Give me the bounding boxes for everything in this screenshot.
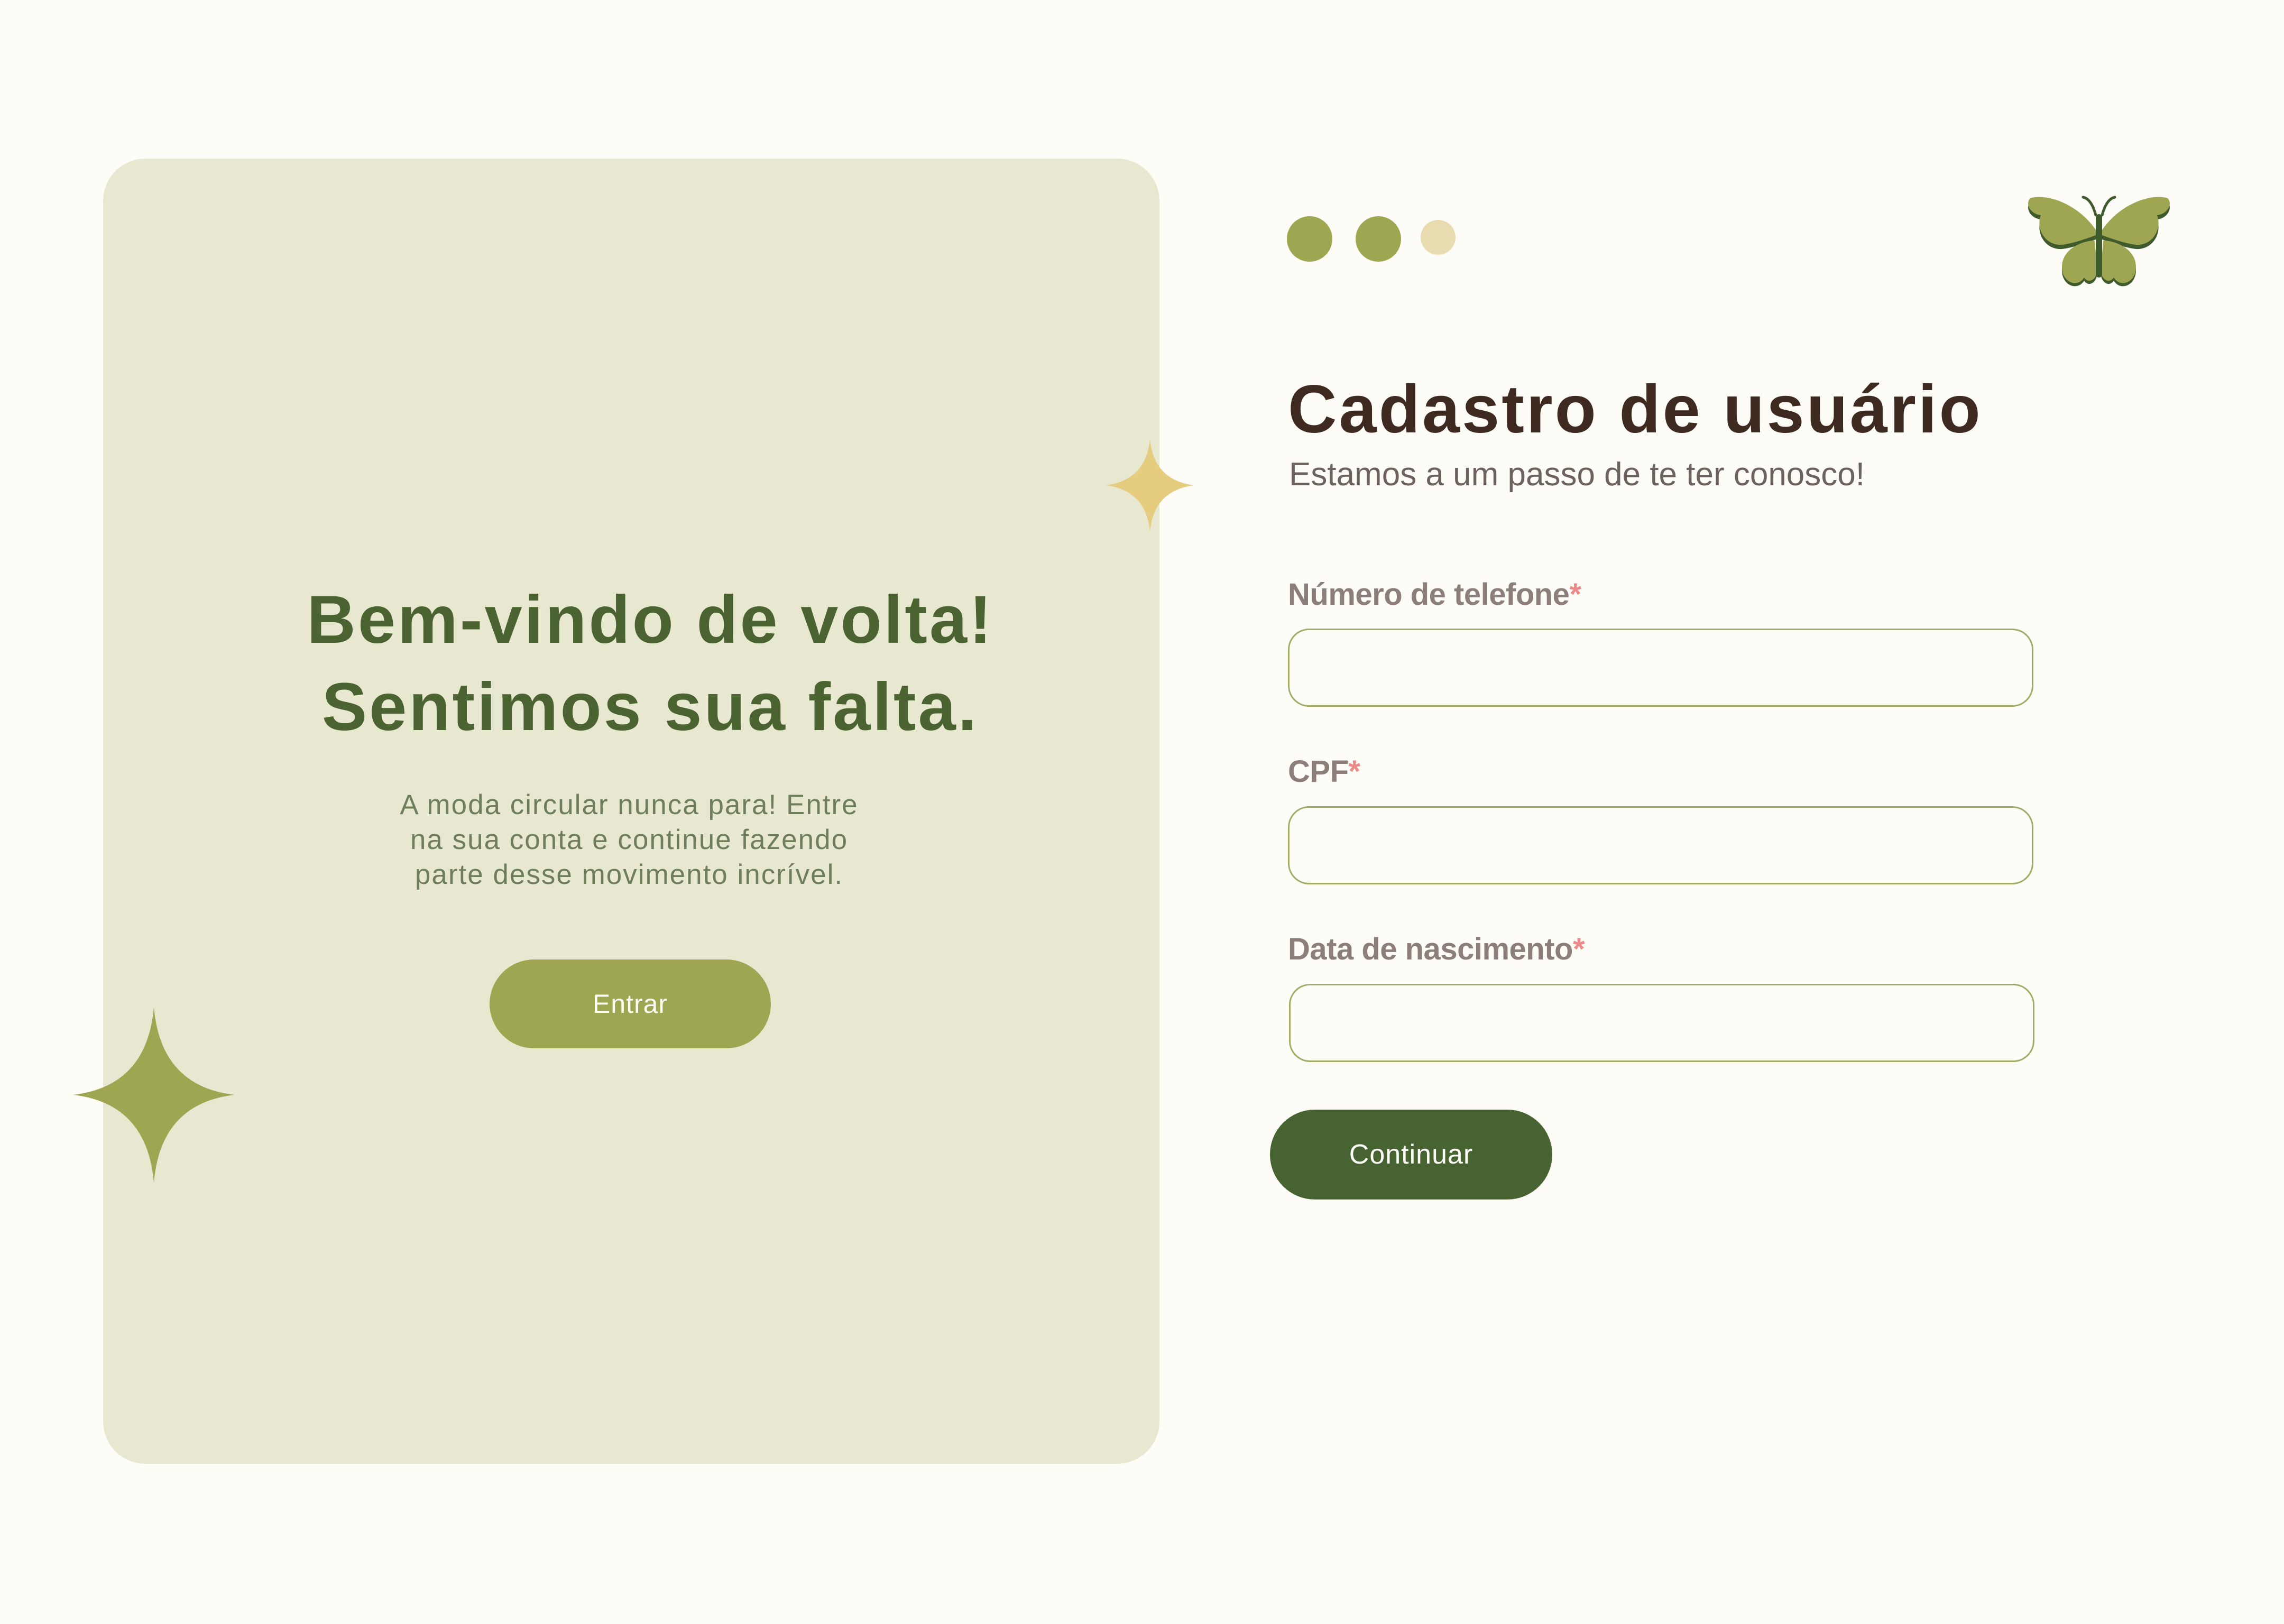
butterfly-icon — [2028, 196, 2170, 287]
continue-button[interactable]: Continuar — [1270, 1110, 1552, 1199]
form-title: Cadastro de usuário — [1288, 372, 1983, 447]
welcome-description: A moda circular nunca para! Entre na sua… — [349, 788, 909, 892]
welcome-description-line-3: parte desse movimento incrível. — [415, 859, 844, 890]
phone-input[interactable] — [1288, 629, 2033, 707]
phone-label-text: Número de telefone — [1288, 577, 1570, 612]
step-dot-completed — [1287, 216, 1332, 262]
step-dot-pending — [1421, 220, 1456, 255]
welcome-description-line-2: na sua conta e continue fazendo — [410, 824, 849, 855]
phone-label: Número de telefone* — [1288, 574, 1581, 616]
form-subtitle: Estamos a um passo de te ter conosco! — [1289, 456, 1865, 493]
required-mark: * — [1572, 932, 1585, 966]
cpf-label: CPF* — [1288, 751, 1360, 793]
sparkle-icon — [73, 1007, 235, 1183]
step-dot-completed — [1356, 216, 1401, 262]
birth-date-label-text: Data de nascimento — [1288, 932, 1573, 966]
welcome-title-line-1: Bem-vindo de volta! — [307, 582, 994, 658]
cpf-label-text: CPF — [1288, 754, 1349, 789]
required-mark: * — [1348, 754, 1361, 789]
enter-button[interactable]: Entrar — [490, 959, 771, 1048]
cpf-input[interactable] — [1288, 806, 2033, 884]
welcome-title: Bem-vindo de volta! Sentimos sua falta. — [0, 576, 1301, 751]
welcome-title-line-2: Sentimos sua falta. — [321, 669, 979, 745]
birth-date-label: Data de nascimento* — [1288, 928, 1585, 971]
birth-date-input[interactable] — [1289, 984, 2034, 1062]
required-mark: * — [1569, 577, 1581, 612]
sparkle-icon — [1106, 439, 1194, 532]
welcome-description-line-1: A moda circular nunca para! Entre — [400, 789, 859, 820]
